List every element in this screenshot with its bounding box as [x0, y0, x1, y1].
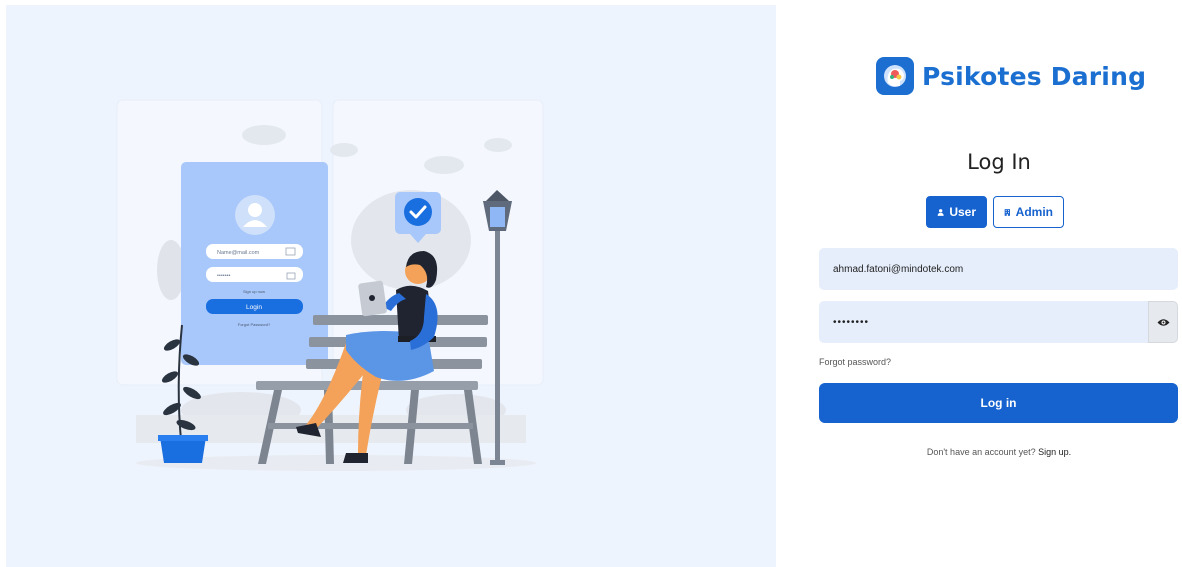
illustration-forgot-text: Forgot Password?	[238, 322, 271, 327]
eye-icon	[1157, 318, 1169, 326]
cloud	[242, 125, 286, 145]
page-title: Log In	[967, 150, 1031, 174]
cloud	[424, 156, 464, 174]
forgot-password-link[interactable]: Forgot password?	[819, 357, 891, 367]
login-panel: Psikotes Daring Log In User Admin ahmad.…	[776, 0, 1182, 567]
password-input[interactable]: ••••••••	[819, 301, 1148, 343]
user-role-button[interactable]: User	[926, 196, 987, 228]
admin-role-label: Admin	[1015, 205, 1053, 219]
bush	[157, 240, 185, 300]
signup-row: Don't have an account yet? Sign up.	[776, 447, 1182, 457]
cloud	[330, 143, 358, 157]
signup-link[interactable]: Sign up.	[1038, 447, 1071, 457]
toggle-password-button[interactable]	[1148, 301, 1178, 343]
signup-prompt: Don't have an account yet?	[926, 447, 1036, 457]
illustration-login-label: Login	[246, 304, 262, 311]
email-input[interactable]: ahmad.fatoni@mindotek.com	[819, 248, 1178, 290]
user-role-label: User	[949, 205, 976, 219]
brand-logo-icon	[876, 57, 914, 95]
building-icon	[1004, 208, 1010, 216]
user-icon	[937, 208, 944, 216]
illustration-login-card	[181, 162, 328, 365]
lamp-post	[495, 230, 500, 462]
cloud	[484, 138, 512, 152]
login-illustration: Name@mail.com ••••••• Sign up now Login …	[116, 99, 544, 471]
check-icon	[404, 198, 432, 226]
illustration-panel: Name@mail.com ••••••• Sign up now Login …	[6, 5, 776, 567]
admin-role-button[interactable]: Admin	[993, 196, 1064, 228]
login-button[interactable]: Log in	[819, 383, 1178, 423]
illustration-email-placeholder: Name@mail.com	[217, 250, 260, 256]
illustration-password-dots: •••••••	[217, 273, 231, 279]
brand-header: Psikotes Daring	[876, 57, 1146, 95]
brand-name: Psikotes Daring	[922, 61, 1147, 91]
illustration-signup-text: Sign up now	[243, 289, 265, 294]
